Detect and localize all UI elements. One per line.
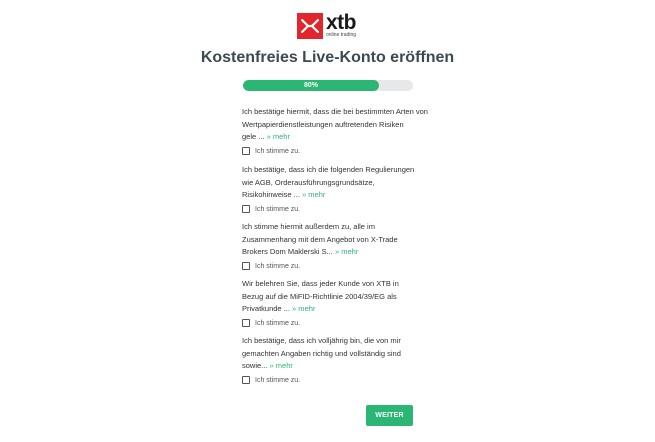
progress-fill: 80% xyxy=(243,80,379,91)
consent-item-communication: Ich stimme hiermit außerdem zu, alle im … xyxy=(242,221,432,270)
consent-item-age: Ich bestätige, dass ich volljährig bin, … xyxy=(242,335,432,384)
logo-tagline: online trading xyxy=(326,32,357,38)
weiter-button[interactable]: WEITER xyxy=(366,405,413,426)
consent-checkbox-row[interactable]: Ich stimme zu. xyxy=(242,205,300,213)
more-link[interactable]: » mehr xyxy=(335,247,358,256)
consent-checkbox[interactable] xyxy=(242,319,250,327)
more-link[interactable]: » mehr xyxy=(302,190,325,199)
consent-text: Ich bestätige, dass ich die folgenden Re… xyxy=(242,165,415,199)
consent-checkbox[interactable] xyxy=(242,205,250,213)
consent-checkbox-label[interactable]: Ich stimme zu. xyxy=(255,377,300,384)
more-link[interactable]: » mehr xyxy=(267,132,290,141)
consent-checkbox[interactable] xyxy=(242,262,250,270)
consent-checkbox-row[interactable]: Ich stimme zu. xyxy=(242,147,300,155)
consent-checkbox-label[interactable]: Ich stimme zu. xyxy=(255,206,300,213)
consent-checkbox-label[interactable]: Ich stimme zu. xyxy=(255,320,300,327)
consent-checkbox[interactable] xyxy=(242,147,250,155)
consent-checkbox-row[interactable]: Ich stimme zu. xyxy=(242,319,300,327)
page-title: Kostenfreies Live-Konto eröffnen xyxy=(200,49,455,66)
consent-checkbox-row[interactable]: Ich stimme zu. xyxy=(242,262,300,270)
consent-text: Ich bestätige, dass ich volljährig bin, … xyxy=(242,336,401,370)
progress-bar: 80% xyxy=(243,80,413,91)
consent-text: Wir belehren Sie, dass jeder Kunde von X… xyxy=(242,279,399,313)
consent-text: Ich bestätige hiermit, dass die bei best… xyxy=(242,107,428,141)
consent-item-regulations: Ich bestätige, dass ich die folgenden Re… xyxy=(242,164,432,213)
more-link[interactable]: » mehr xyxy=(270,361,293,370)
consent-checkbox-row[interactable]: Ich stimme zu. xyxy=(242,376,300,384)
consent-checkbox-label[interactable]: Ich stimme zu. xyxy=(255,148,300,155)
logo-wordmark: xtb xyxy=(326,11,357,34)
xtb-x-logo-icon xyxy=(297,13,323,39)
consent-checkbox[interactable] xyxy=(242,376,250,384)
progress-label: 80% xyxy=(303,82,318,89)
consent-text: Ich stimme hiermit außerdem zu, alle im … xyxy=(242,222,398,256)
more-link[interactable]: » mehr xyxy=(292,304,315,313)
consent-item-mifid: Wir belehren Sie, dass jeder Kunde von X… xyxy=(242,278,432,327)
xtb-logo: xtb online trading xyxy=(297,11,359,39)
consent-item-risk: Ich bestätige hiermit, dass die bei best… xyxy=(242,106,432,155)
consent-checkbox-label[interactable]: Ich stimme zu. xyxy=(255,263,300,270)
